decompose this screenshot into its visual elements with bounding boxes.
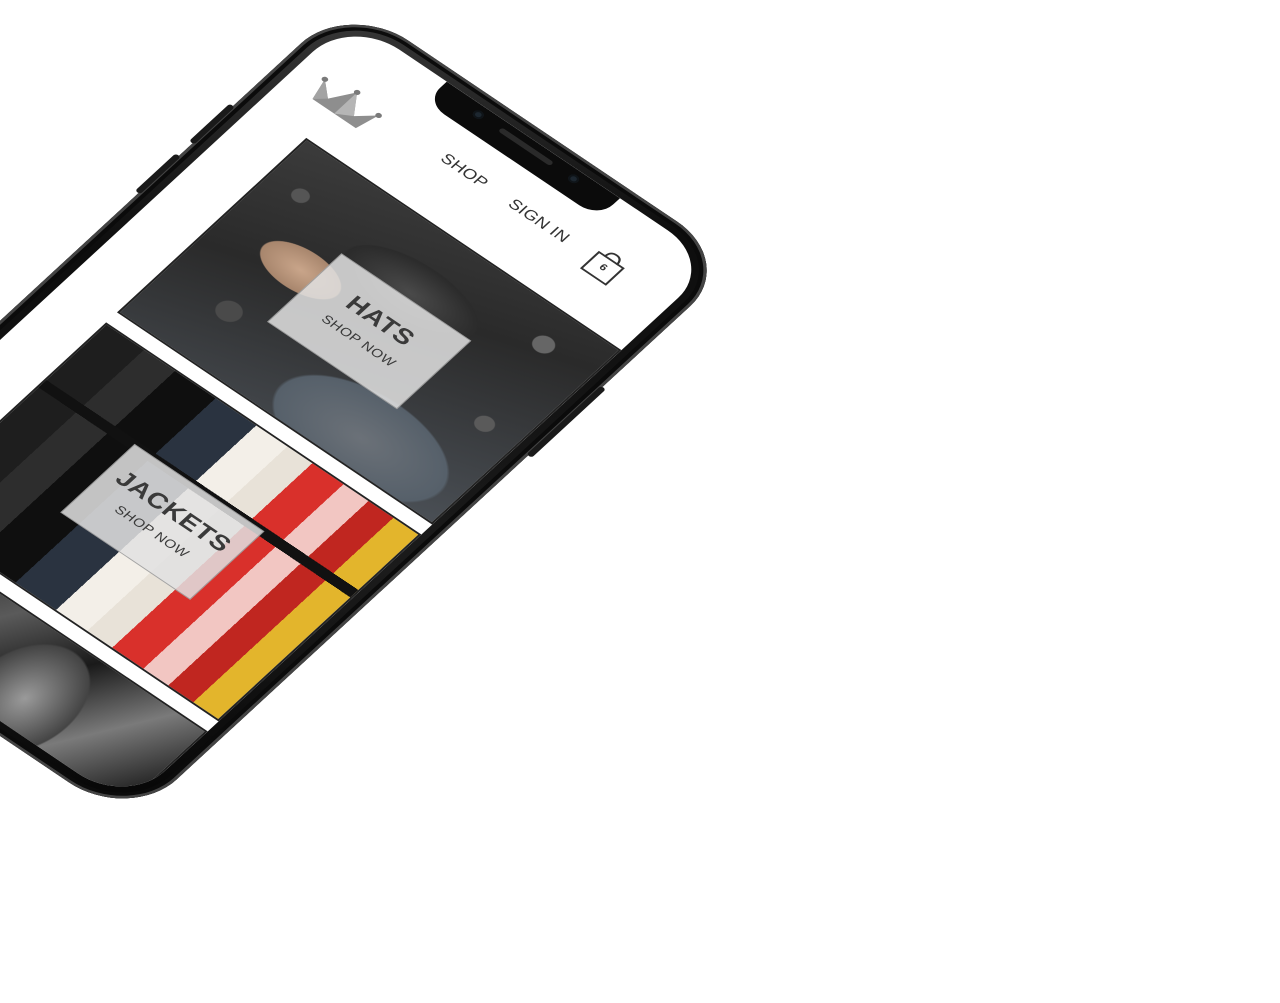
nav-sign-in-link[interactable]: SIGN IN — [504, 196, 573, 247]
category-label-box: JACKETS SHOP NOW — [60, 443, 265, 600]
crown-icon[interactable] — [298, 68, 392, 139]
nav-shop-link[interactable]: SHOP — [436, 150, 493, 191]
category-label-box: HATS SHOP NOW — [267, 253, 472, 410]
phone-screen: SHOP SIGN IN 6 HATS SHOP NOW JACKETS SHO… — [0, 16, 717, 807]
sensor — [565, 172, 582, 185]
mockup-stage: SHOP SIGN IN 6 HATS SHOP NOW JACKETS SHO… — [0, 0, 1280, 1003]
front-camera — [470, 108, 487, 121]
cart-button[interactable]: 6 — [573, 240, 637, 291]
phone-device: SHOP SIGN IN 6 HATS SHOP NOW JACKETS SHO… — [0, 0, 738, 824]
